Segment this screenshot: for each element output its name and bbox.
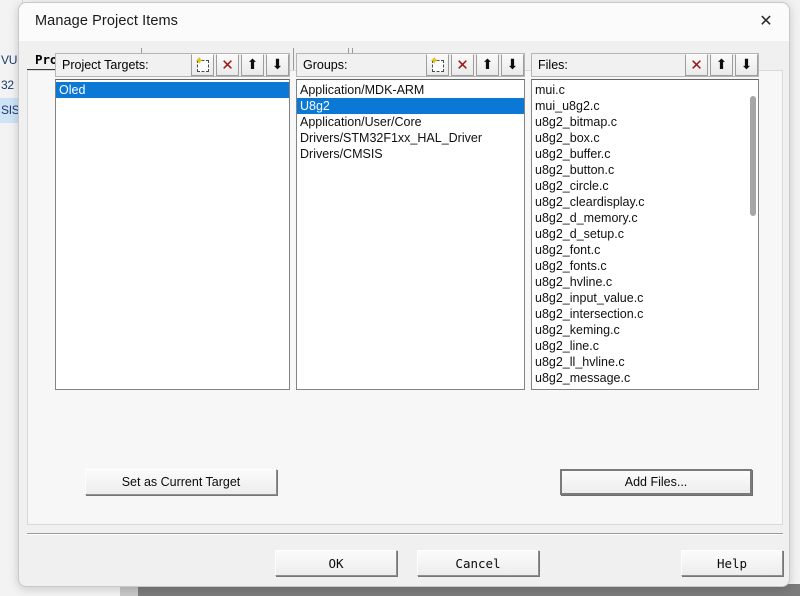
groups-panel: Groups: ✦ ✕ ⬆ ⬇ Application/MDK-ARM U8g2… <box>296 53 525 390</box>
move-down-icon: ⬇ <box>506 57 519 73</box>
files-toolbar: ✕ ⬆ ⬇ <box>685 54 758 76</box>
groups-label: Groups: <box>303 58 348 72</box>
title-bar: Manage Project Items ✕ <box>19 3 789 41</box>
delete-target-button[interactable]: ✕ <box>216 54 239 76</box>
list-item[interactable]: u8g2_hvline.c <box>532 274 758 290</box>
list-item[interactable]: u8g2_font.c <box>532 242 758 258</box>
move-up-icon: ⬆ <box>715 57 728 73</box>
close-icon: ✕ <box>759 13 773 30</box>
move-file-down-button[interactable]: ⬇ <box>735 54 758 76</box>
delete-group-button[interactable]: ✕ <box>451 54 474 76</box>
files-label: Files: <box>538 58 568 72</box>
files-header: Files: ✕ ⬆ ⬇ <box>531 53 759 77</box>
list-item[interactable]: u8g2_line.c <box>532 338 758 354</box>
list-item[interactable]: Drivers/STM32F1xx_HAL_Driver <box>297 130 524 146</box>
ok-button[interactable]: OK <box>275 550 397 576</box>
list-item[interactable]: u8g2_box.c <box>532 130 758 146</box>
project-targets-toolbar: ✦ ✕ ⬆ ⬇ <box>191 54 289 76</box>
project-targets-label: Project Targets: <box>62 58 149 72</box>
list-item[interactable]: u8g2_input_value.c <box>532 290 758 306</box>
cancel-button[interactable]: Cancel <box>417 550 539 576</box>
list-item[interactable]: u8g2_keming.c <box>532 322 758 338</box>
new-target-icon: ✦ <box>195 56 210 73</box>
move-file-up-button[interactable]: ⬆ <box>710 54 733 76</box>
close-button[interactable]: ✕ <box>743 3 789 41</box>
footer-separator <box>27 533 783 535</box>
new-group-icon: ✦ <box>430 56 445 73</box>
list-item[interactable]: u8g2_button.c <box>532 162 758 178</box>
list-item[interactable]: mui_u8g2.c <box>532 98 758 114</box>
files-scrollbar[interactable] <box>750 84 756 387</box>
groups-list: Application/MDK-ARM U8g2 Application/Use… <box>297 80 524 162</box>
list-item[interactable]: U8g2 <box>297 98 524 114</box>
move-group-up-button[interactable]: ⬆ <box>476 54 499 76</box>
list-item[interactable]: u8g2_ll_hvline.c <box>532 354 758 370</box>
move-down-icon: ⬇ <box>271 57 284 73</box>
groups-listbox[interactable]: Application/MDK-ARM U8g2 Application/Use… <box>296 79 525 390</box>
move-target-up-button[interactable]: ⬆ <box>241 54 264 76</box>
delete-file-button[interactable]: ✕ <box>685 54 708 76</box>
groups-header: Groups: ✦ ✕ ⬆ ⬇ <box>296 53 525 77</box>
list-item[interactable]: u8g2_circle.c <box>532 178 758 194</box>
new-group-button[interactable]: ✦ <box>426 54 449 76</box>
delete-target-icon: ✕ <box>221 55 234 74</box>
delete-group-icon: ✕ <box>456 55 469 74</box>
project-targets-panel: Project Targets: ✦ ✕ ⬆ ⬇ Oled <box>55 53 290 390</box>
list-item[interactable]: u8g2_message.c <box>532 370 758 386</box>
move-group-down-button[interactable]: ⬇ <box>501 54 524 76</box>
list-item[interactable]: u8g2_intersection.c <box>532 306 758 322</box>
files-list: mui.c mui_u8g2.c u8g2_bitmap.c u8g2_box.… <box>532 80 758 386</box>
new-target-button[interactable]: ✦ <box>191 54 214 76</box>
window-title: Manage Project Items <box>35 13 179 29</box>
list-item[interactable]: u8g2_buffer.c <box>532 146 758 162</box>
delete-file-icon: ✕ <box>690 55 703 74</box>
list-item[interactable]: u8g2_bitmap.c <box>532 114 758 130</box>
list-item[interactable]: mui.c <box>532 82 758 98</box>
files-panel: Files: ✕ ⬆ ⬇ mui.c mui_u8g2.c u8g2_bitma… <box>531 53 759 390</box>
list-item[interactable]: Application/MDK-ARM <box>297 82 524 98</box>
move-down-icon: ⬇ <box>740 57 753 73</box>
list-item[interactable]: u8g2_cleardisplay.c <box>532 194 758 210</box>
list-item[interactable]: Application/User/Core <box>297 114 524 130</box>
list-item[interactable]: u8g2_fonts.c <box>532 258 758 274</box>
add-files-button[interactable]: Add Files... <box>560 469 752 495</box>
project-targets-listbox[interactable]: Oled <box>55 79 290 390</box>
files-listbox[interactable]: mui.c mui_u8g2.c u8g2_bitmap.c u8g2_box.… <box>531 79 759 390</box>
list-item[interactable]: u8g2_d_setup.c <box>532 226 758 242</box>
groups-toolbar: ✦ ✕ ⬆ ⬇ <box>426 54 524 76</box>
move-target-down-button[interactable]: ⬇ <box>266 54 289 76</box>
project-targets-list: Oled <box>56 80 289 98</box>
set-as-current-target-button[interactable]: Set as Current Target <box>85 469 277 495</box>
help-button[interactable]: Help <box>681 550 783 576</box>
list-item[interactable]: u8g2_d_memory.c <box>532 210 758 226</box>
list-item[interactable]: Drivers/CMSIS <box>297 146 524 162</box>
project-targets-header: Project Targets: ✦ ✕ ⬆ ⬇ <box>55 53 290 77</box>
files-scrollbar-thumb[interactable] <box>750 96 756 216</box>
move-up-icon: ⬆ <box>481 57 494 73</box>
list-item[interactable]: Oled <box>56 82 289 98</box>
manage-project-items-dialog: Manage Project Items ✕ Project Items Fol… <box>18 2 790 587</box>
move-up-icon: ⬆ <box>246 57 259 73</box>
